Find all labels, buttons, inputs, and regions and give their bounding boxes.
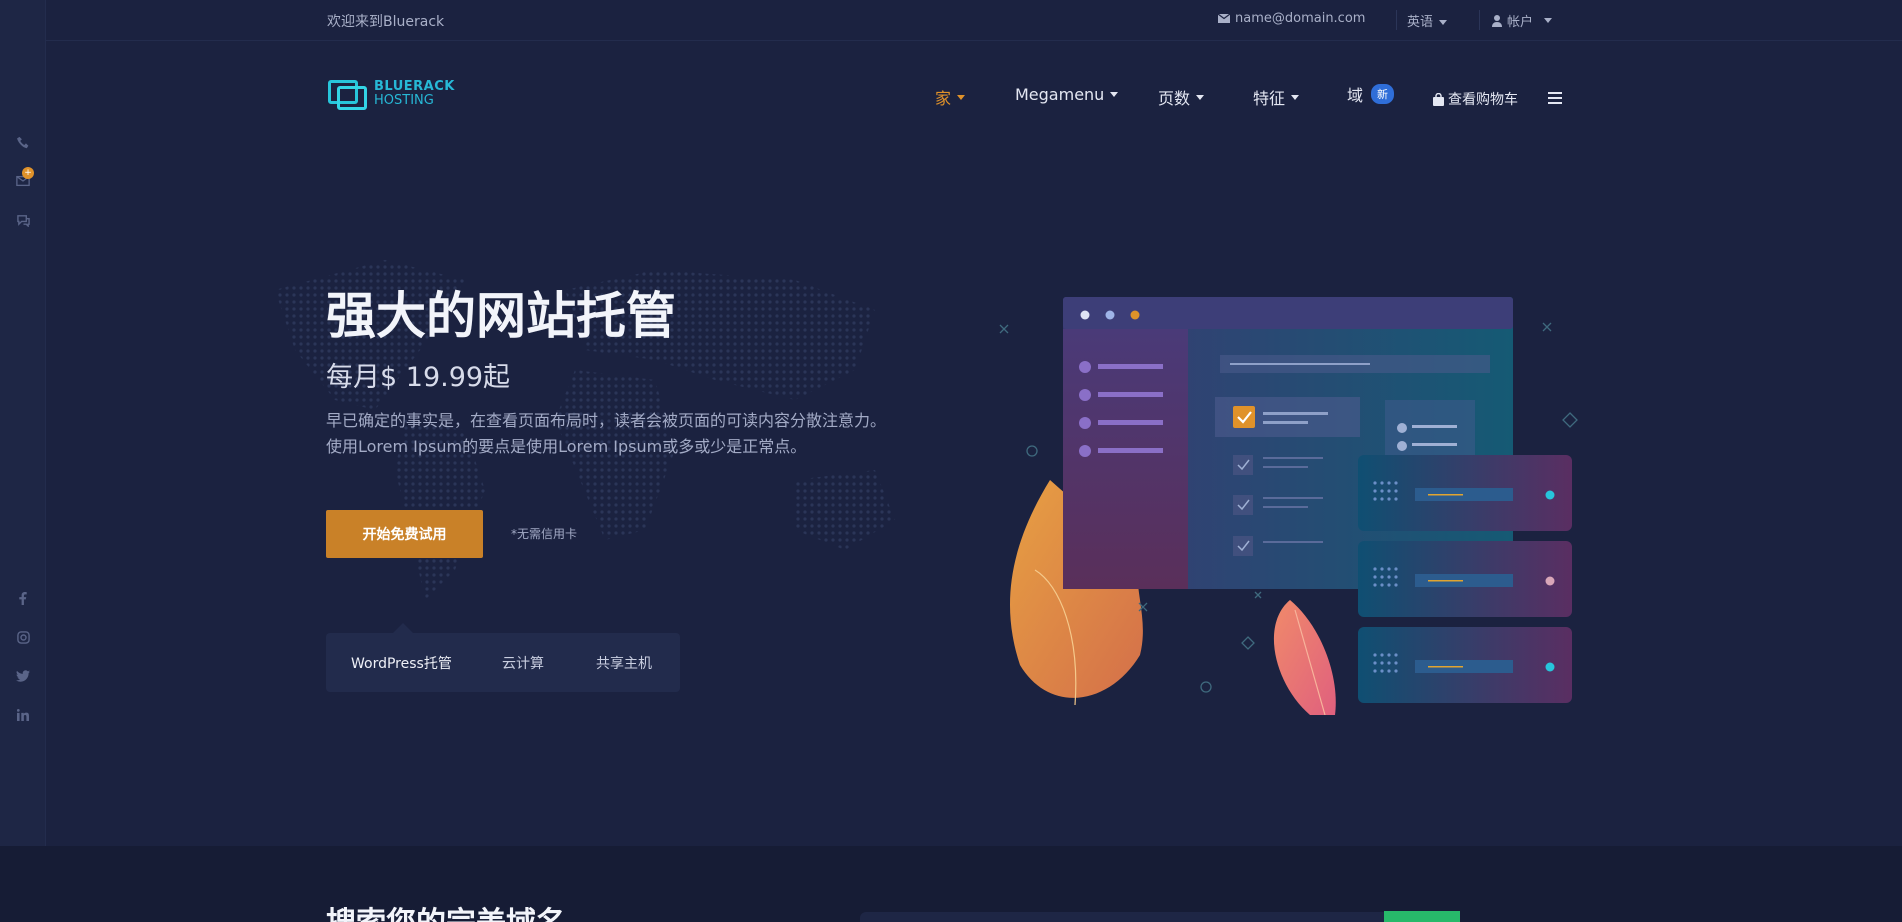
tab-shared-hosting[interactable]: 共享主机 bbox=[596, 653, 652, 673]
nav-item-megamenu[interactable]: Megamenu bbox=[1015, 85, 1119, 104]
domain-search-input[interactable] bbox=[860, 912, 1385, 922]
facebook-icon[interactable] bbox=[14, 589, 32, 607]
nav-item-domain[interactable]: 域新 bbox=[1347, 82, 1395, 106]
nav-item-features[interactable]: 特征 bbox=[1253, 85, 1300, 109]
hamburger-menu-icon[interactable] bbox=[1548, 92, 1562, 107]
language-label: 英语 bbox=[1407, 15, 1434, 30]
start-free-trial-button[interactable]: 开始免费试用 bbox=[326, 510, 483, 558]
envelope-icon bbox=[1218, 14, 1230, 23]
hero-illustration bbox=[999, 297, 1578, 715]
nav-item-pages[interactable]: 页数 bbox=[1158, 85, 1205, 109]
instagram-icon[interactable] bbox=[14, 628, 32, 646]
hosting-tabs: WordPress托管 云计算 共享主机 bbox=[326, 623, 680, 692]
new-badge: 新 bbox=[1371, 84, 1395, 104]
logo-text-primary: BLUERACK bbox=[374, 79, 455, 94]
chevron-down-icon bbox=[1544, 18, 1553, 23]
chevron-down-icon bbox=[957, 94, 966, 100]
hero-description: 早已确定的事实是，在查看页面布局时，读者会被页面的可读内容分散注意力。 使用Lo… bbox=[326, 408, 886, 460]
tab-wordpress-hosting[interactable]: WordPress托管 bbox=[351, 653, 452, 673]
chevron-down-icon bbox=[1291, 94, 1300, 100]
hero-title: 强大的网站托管 bbox=[326, 287, 676, 345]
logo-mark-icon bbox=[328, 76, 370, 112]
top-bar: 欢迎来到Bluerack name@domain.com 英语 帐户 bbox=[46, 0, 1902, 41]
nav-item-label: 域 bbox=[1347, 86, 1364, 105]
linkedin-icon[interactable] bbox=[14, 706, 32, 724]
chat-icon[interactable] bbox=[14, 211, 32, 229]
language-dropdown[interactable]: 英语 bbox=[1407, 11, 1448, 30]
notification-badge: + bbox=[22, 167, 34, 179]
nav-item-label: 特征 bbox=[1253, 89, 1286, 108]
domain-search-section: 搜索您的完美域名 bbox=[0, 846, 1902, 922]
divider bbox=[1479, 10, 1480, 30]
phone-icon[interactable] bbox=[14, 133, 32, 151]
nav-item-label: 页数 bbox=[1158, 89, 1191, 108]
user-icon bbox=[1492, 14, 1502, 27]
tab-cloud-computing[interactable]: 云计算 bbox=[502, 653, 544, 673]
no-credit-card-note: *无需信用卡 bbox=[511, 527, 578, 541]
shopping-bag-icon bbox=[1433, 92, 1444, 106]
nav-item-home[interactable]: 家 bbox=[935, 85, 966, 109]
chevron-down-icon bbox=[1439, 20, 1448, 25]
nav-item-label: Megamenu bbox=[1015, 85, 1105, 104]
hero-description-line: 使用Lorem Ipsum的要点是使用Lorem Ipsum或多或少是正常点。 bbox=[326, 437, 807, 456]
hero-price: 每月$ 19.99起 bbox=[326, 362, 511, 393]
hero-description-line: 早已确定的事实是，在查看页面布局时，读者会被页面的可读内容分散注意力。 bbox=[326, 411, 887, 430]
twitter-icon[interactable] bbox=[14, 667, 32, 685]
welcome-text: 欢迎来到Bluerack bbox=[327, 14, 445, 30]
email-link[interactable]: name@domain.com bbox=[1218, 11, 1365, 26]
email-text: name@domain.com bbox=[1235, 11, 1366, 26]
domain-search-title: 搜索您的完美域名 bbox=[326, 898, 566, 922]
logo[interactable]: BLUERACK HOSTING bbox=[328, 76, 455, 112]
chevron-down-icon bbox=[1196, 94, 1205, 100]
social-rail: + bbox=[0, 0, 46, 846]
cart-label: 查看购物车 bbox=[1448, 92, 1518, 108]
account-label: 帐户 bbox=[1507, 15, 1534, 30]
logo-text-secondary: HOSTING bbox=[374, 93, 434, 108]
divider bbox=[1396, 10, 1397, 30]
account-dropdown[interactable]: 帐户 bbox=[1492, 11, 1553, 30]
chevron-down-icon bbox=[1110, 92, 1119, 97]
view-cart-link[interactable]: 查看购物车 bbox=[1433, 89, 1518, 109]
nav-item-label: 家 bbox=[935, 89, 952, 108]
tab-pointer bbox=[393, 623, 413, 633]
domain-search-button[interactable] bbox=[1384, 911, 1460, 922]
